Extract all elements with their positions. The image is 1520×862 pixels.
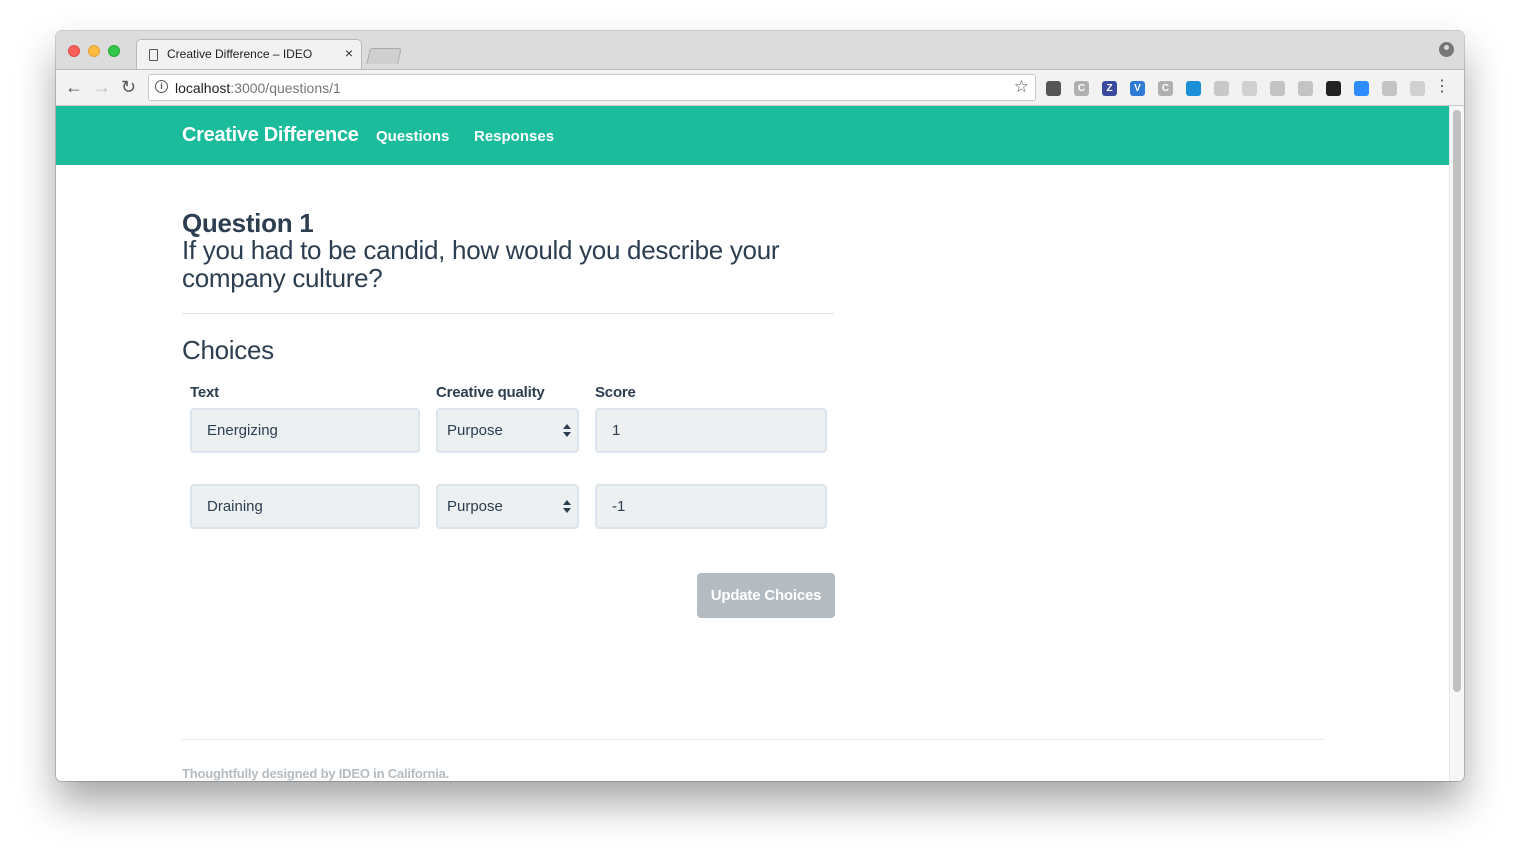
score-input[interactable]: -1	[595, 484, 827, 529]
nav-responses-link[interactable]: Responses	[474, 128, 554, 145]
reload-button[interactable]: ↻	[121, 76, 136, 98]
url-host: localhost	[175, 80, 231, 96]
ring-icon[interactable]	[1186, 81, 1201, 96]
choices-heading: Choices	[182, 335, 274, 365]
question-text: If you had to be candid, how would you d…	[182, 235, 780, 293]
password-icon[interactable]	[1046, 81, 1061, 96]
phone-icon[interactable]	[1410, 81, 1425, 96]
bulb-icon[interactable]	[1298, 81, 1313, 96]
zoom-window-button[interactable]	[108, 45, 120, 57]
browser-menu-icon[interactable]: ⋮	[1434, 77, 1450, 97]
wave-icon[interactable]	[1326, 81, 1341, 96]
forward-button[interactable]: →	[93, 76, 111, 98]
footer-divider	[182, 739, 1324, 740]
column-header-quality: Creative quality	[436, 384, 545, 401]
url-text[interactable]: localhost:3000/questions/1	[175, 80, 341, 96]
footer-text: Thoughtfully designed by IDEO in Califor…	[182, 766, 450, 781]
scrollbar[interactable]	[1449, 106, 1464, 781]
select-arrows-icon	[563, 424, 571, 438]
nav-questions-link[interactable]: Questions	[376, 128, 449, 145]
url-path: :3000/questions/1	[230, 80, 341, 96]
drive-icon[interactable]	[1214, 81, 1229, 96]
creative-quality-select[interactable]: Purpose	[436, 408, 579, 453]
cards-icon[interactable]	[1382, 81, 1397, 96]
choice-text-input[interactable]: Energizing	[190, 408, 420, 453]
document-icon	[149, 49, 158, 61]
choice-text-input[interactable]: Draining	[190, 484, 420, 529]
trello-icon[interactable]	[1270, 81, 1285, 96]
column-header-score: Score	[595, 384, 636, 401]
close-window-button[interactable]	[68, 45, 80, 57]
brand-link[interactable]: Creative Difference	[182, 124, 359, 147]
select-value: Purpose	[447, 422, 503, 439]
site-navbar: Creative Difference Questions Responses	[56, 106, 1449, 165]
tab-title: Creative Difference – IDEO	[167, 47, 313, 61]
browser-toolbar: ← → ↻ i localhost:3000/questions/1 ☆ CZV…	[56, 69, 1464, 106]
back-button[interactable]: ←	[65, 76, 83, 98]
score-input[interactable]: 1	[595, 408, 827, 453]
bookmark-star-icon[interactable]: ☆	[1014, 77, 1029, 97]
new-tab-button[interactable]	[366, 48, 402, 64]
minimize-window-button[interactable]	[88, 45, 100, 57]
z-icon[interactable]: Z	[1102, 81, 1117, 96]
page-viewport: Creative Difference Questions Responses …	[56, 106, 1449, 781]
tab-strip: Creative Difference – IDEO ×	[56, 31, 1464, 69]
v-icon[interactable]: V	[1130, 81, 1145, 96]
select-value: Purpose	[447, 498, 503, 515]
scrollbar-thumb[interactable]	[1453, 110, 1461, 692]
tab-close-icon[interactable]: ×	[345, 45, 353, 61]
circle-icon[interactable]	[1242, 81, 1257, 96]
browser-tab[interactable]: Creative Difference – IDEO ×	[136, 39, 362, 69]
address-bar[interactable]: i localhost:3000/questions/1 ☆	[148, 74, 1036, 101]
update-choices-button[interactable]: Update Choices	[697, 573, 835, 618]
profile-icon[interactable]	[1439, 42, 1454, 57]
c-icon[interactable]: C	[1158, 81, 1173, 96]
column-header-text: Text	[190, 384, 219, 401]
divider	[182, 313, 834, 314]
info-icon[interactable]: i	[155, 80, 168, 93]
select-arrows-icon	[563, 500, 571, 514]
video-icon[interactable]	[1354, 81, 1369, 96]
c-icon[interactable]: C	[1074, 81, 1089, 96]
creative-quality-select[interactable]: Purpose	[436, 484, 579, 529]
browser-window: Creative Difference – IDEO × ← → ↻ i loc…	[56, 31, 1464, 781]
